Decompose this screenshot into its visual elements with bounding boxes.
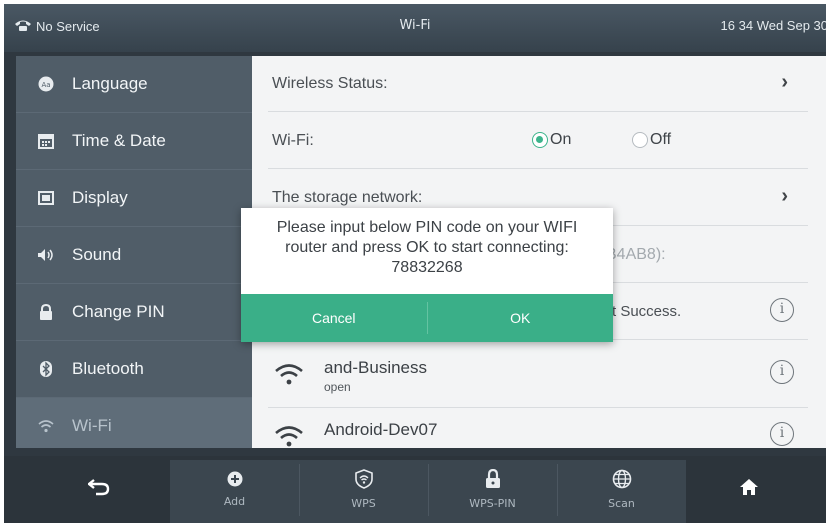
add-label: Add xyxy=(223,495,246,508)
back-arrow-icon xyxy=(87,478,110,501)
pin-code: 78832268 xyxy=(391,259,463,276)
chevron-right-icon: › xyxy=(781,185,788,207)
scan-label: Scan xyxy=(608,497,635,510)
sidebar-item-change-pin[interactable]: Change PIN xyxy=(16,284,252,340)
partial-ssid-text: B4AB8): xyxy=(606,246,666,263)
calendar-icon xyxy=(36,133,56,149)
wps-button[interactable]: WPS xyxy=(299,456,428,523)
wifi-icon xyxy=(36,419,56,433)
add-circle-icon xyxy=(227,471,243,492)
softkey-bar: Add WPS WPS-PIN Scan xyxy=(4,456,826,523)
info-icon[interactable]: i xyxy=(770,298,794,322)
sidebar-item-label: Time & Date xyxy=(72,131,166,150)
wifi-on-radio[interactable]: On xyxy=(532,131,571,149)
wireless-status-label: Wireless Status: xyxy=(272,75,388,92)
svg-text:Aa: Aa xyxy=(41,81,50,89)
home-button[interactable] xyxy=(704,456,794,523)
info-icon[interactable]: i xyxy=(770,422,794,446)
network-ssid: and-Business xyxy=(324,358,428,377)
sidebar-item-sound[interactable]: Sound xyxy=(16,227,252,283)
wps-pin-dialog: Please input below PIN code on your WIFI… xyxy=(241,208,613,342)
ok-button[interactable]: OK xyxy=(428,294,614,342)
phone-screen: No Service Wi-Fi 16 34 Wed Sep 30 Aa Lan… xyxy=(4,4,826,523)
status-bar: No Service Wi-Fi 16 34 Wed Sep 30 xyxy=(4,4,826,52)
storage-network-label: The storage network: xyxy=(272,189,423,206)
date-time: 16 34 Wed Sep 30 xyxy=(720,18,826,33)
network-security: open xyxy=(324,380,351,394)
chevron-right-icon: › xyxy=(781,71,788,93)
sidebar-item-display[interactable]: Display xyxy=(16,170,252,226)
wifi-off-label: Off xyxy=(650,131,672,148)
sidebar-item-label: Change PIN xyxy=(72,302,165,321)
wps-label: WPS xyxy=(351,497,376,510)
wifi-toggle-row: Wi-Fi: On Off xyxy=(268,113,808,169)
info-icon[interactable]: i xyxy=(770,360,794,384)
sidebar-item-language[interactable]: Aa Language xyxy=(16,56,252,112)
wps-pin-button[interactable]: WPS-PIN xyxy=(428,456,557,523)
scan-globe-icon xyxy=(612,469,632,494)
language-icon: Aa xyxy=(36,76,56,92)
dialog-message-line2: router and press OK to start connecting: xyxy=(285,239,569,256)
wifi-signal-icon xyxy=(274,362,304,391)
partial-status-text: t Success. xyxy=(612,303,682,320)
wifi-off-radio[interactable]: Off xyxy=(632,131,671,149)
wps-pin-label: WPS-PIN xyxy=(469,497,516,510)
sidebar-item-label: Wi-Fi xyxy=(72,416,112,435)
radio-unselected-icon xyxy=(632,132,648,148)
wifi-signal-icon xyxy=(274,424,304,448)
network-list-item[interactable]: and-Business open i xyxy=(268,346,808,408)
speaker-icon xyxy=(36,248,56,262)
cancel-button[interactable]: Cancel xyxy=(241,294,427,342)
home-icon xyxy=(739,478,759,501)
sidebar-item-time-date[interactable]: Time & Date xyxy=(16,113,252,169)
radio-selected-icon xyxy=(532,132,548,148)
lock-icon xyxy=(36,304,56,320)
dialog-buttons: Cancel OK xyxy=(241,294,613,342)
wifi-on-label: On xyxy=(550,131,572,148)
wps-shield-icon xyxy=(354,469,373,494)
dialog-message-line1: Please input below PIN code on your WIFI xyxy=(276,219,578,236)
sidebar-item-label: Language xyxy=(72,74,148,93)
sidebar-item-label: Sound xyxy=(72,245,122,264)
wireless-status-row[interactable]: Wireless Status: › xyxy=(268,56,808,112)
add-button[interactable]: Add xyxy=(170,456,299,523)
sidebar-item-bluetooth[interactable]: Bluetooth xyxy=(16,341,252,397)
sidebar-item-label: Bluetooth xyxy=(72,359,144,378)
network-ssid: Android-Dev07 xyxy=(324,420,438,439)
screen-title: Wi-Fi xyxy=(399,18,431,33)
scan-button[interactable]: Scan xyxy=(557,456,686,523)
display-icon xyxy=(36,191,56,205)
back-button[interactable] xyxy=(54,456,144,523)
settings-sidebar: Aa Language Time & Date Display Sound Ch… xyxy=(16,56,252,448)
sidebar-item-wifi[interactable]: Wi-Fi xyxy=(16,398,252,448)
bluetooth-icon xyxy=(36,361,56,377)
network-list-item[interactable]: Android-Dev07 i xyxy=(268,408,808,448)
lock-icon xyxy=(485,468,501,494)
sidebar-item-label: Display xyxy=(72,188,128,207)
wifi-label: Wi-Fi: xyxy=(272,132,314,149)
dialog-message: Please input below PIN code on your WIFI… xyxy=(251,218,603,278)
